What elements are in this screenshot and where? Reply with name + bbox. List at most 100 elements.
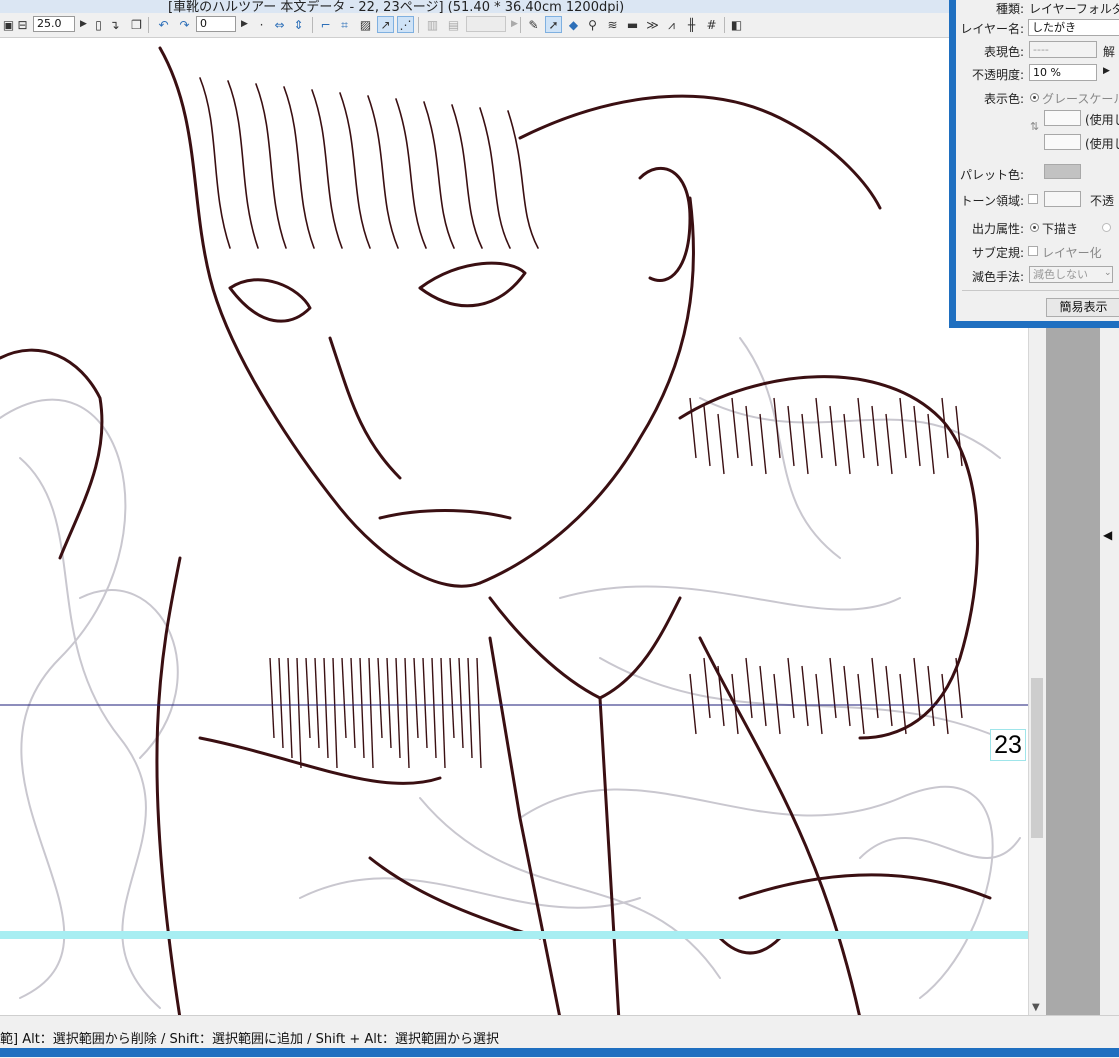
- flip-horizontal-icon[interactable]: ⇔: [272, 17, 287, 32]
- rotation-arrow-icon[interactable]: ▶: [237, 17, 252, 32]
- rotate-right-icon[interactable]: ↷: [177, 17, 192, 32]
- hair-strand: [199, 77, 231, 249]
- page-number-label: 23: [990, 729, 1026, 761]
- fur-hatch: [314, 657, 320, 749]
- window-bottom-border: [0, 1048, 1119, 1057]
- fur-hatch: [305, 657, 311, 739]
- sub-ruler-value: レイヤー化: [1042, 246, 1102, 260]
- sketch-stroke: [419, 797, 721, 979]
- pen-icon[interactable]: ✎: [526, 17, 541, 32]
- window-title: [車靴のハルツアー 本文データ - 22, 23ページ] (51.40 * 36…: [168, 0, 625, 13]
- fur-hatch: [368, 657, 374, 769]
- page-turn-icon[interactable]: ↴: [107, 17, 122, 32]
- display-color-label: 表示色:: [983, 92, 1024, 106]
- dock-scrollbar[interactable]: ◀: [1100, 328, 1119, 1015]
- fur-hatch: [829, 657, 837, 719]
- fur-hatch: [269, 657, 275, 739]
- opacity-arrow-icon[interactable]: ▶: [1103, 66, 1110, 76]
- dot-icon[interactable]: ·: [254, 17, 269, 32]
- tone-area-swatch[interactable]: [1044, 191, 1081, 207]
- reduce-color-chevron-down-icon[interactable]: ⌄: [1104, 268, 1112, 278]
- separator: [312, 17, 313, 33]
- snap-icon[interactable]: ↗: [377, 16, 394, 33]
- ruler-icon[interactable]: ⌐: [318, 17, 333, 32]
- zoom-arrow-icon[interactable]: ▶: [76, 17, 91, 32]
- rotation-input[interactable]: 0: [196, 16, 236, 32]
- expression-trailing: 解: [1103, 45, 1116, 59]
- new-page-icon[interactable]: ▯: [91, 17, 106, 32]
- guide-band-cyan: [0, 931, 1028, 939]
- fur-hatch: [759, 665, 767, 727]
- sub-ruler-checkbox[interactable]: [1028, 246, 1038, 256]
- flip-vertical-icon[interactable]: ⇕: [291, 17, 306, 32]
- fur-hatch: [815, 397, 823, 459]
- layer-name-field[interactable]: したがき: [1028, 19, 1119, 36]
- fur-hatch: [703, 657, 711, 719]
- hair-strand: [367, 95, 399, 249]
- reduce-color-select[interactable]: 減色しない: [1029, 266, 1113, 283]
- page-copy-icon[interactable]: ❐: [129, 17, 144, 32]
- snap-grid-icon[interactable]: ⋰: [397, 16, 414, 33]
- tone-area-checkbox[interactable]: [1028, 194, 1038, 204]
- ink-contour: [155, 556, 182, 1015]
- perspective-icon[interactable]: ⩘: [664, 17, 679, 32]
- output-other-radio[interactable]: [1102, 223, 1111, 232]
- fur-hatch: [422, 657, 428, 749]
- frame-alt-icon[interactable]: ▤: [446, 17, 461, 32]
- separator: [724, 17, 725, 33]
- tone-icon[interactable]: ▬: [625, 17, 640, 32]
- opacity-label: 不透明度:: [971, 68, 1024, 82]
- type-value: レイヤーフォルダ: [1029, 2, 1119, 16]
- select-pointer-icon[interactable]: ➚: [545, 16, 562, 33]
- image-icon[interactable]: ▨: [358, 17, 373, 32]
- zoom-input[interactable]: 25.0: [33, 16, 75, 32]
- swap-icon[interactable]: ⇅: [1030, 120, 1039, 133]
- fur-hatch: [871, 405, 879, 467]
- display-color-swatch-2[interactable]: [1044, 134, 1081, 150]
- panel-toggle-icon[interactable]: ◧: [729, 17, 744, 32]
- unused-label-1: (使用し: [1085, 113, 1119, 127]
- brush-icon[interactable]: ≋: [605, 17, 620, 32]
- opacity-field[interactable]: 10 %: [1029, 64, 1097, 81]
- scroll-down-icon[interactable]: ▼: [1032, 1002, 1040, 1013]
- rotate-left-icon[interactable]: ↶: [156, 17, 171, 32]
- manga-illustration: [0, 46, 1028, 1015]
- ink-contour: [638, 167, 692, 282]
- ink-contour: [738, 873, 992, 900]
- palette-color-label: パレット色:: [959, 168, 1024, 182]
- display-color-radio[interactable]: [1030, 93, 1039, 102]
- fur-hatch: [323, 657, 329, 759]
- display-color-swatch-1[interactable]: [1044, 110, 1081, 126]
- expression-field[interactable]: ----: [1029, 41, 1097, 58]
- ink-contour: [378, 509, 512, 520]
- sub-ruler-label: サブ定規:: [971, 246, 1024, 260]
- simple-display-button[interactable]: 簡易表示: [1046, 298, 1119, 317]
- drawing-canvas[interactable]: 23: [0, 38, 1028, 1015]
- frame-icon[interactable]: ▥: [425, 17, 440, 32]
- ruler-grid-icon[interactable]: ╫: [684, 17, 699, 32]
- fur-hatch: [689, 673, 697, 735]
- ink-contour: [328, 336, 402, 480]
- fur-hatch: [703, 405, 711, 467]
- grid-fit-icon[interactable]: ⌗: [337, 17, 352, 32]
- fur-hatch: [359, 657, 365, 759]
- collapse-left-icon[interactable]: ◀: [1103, 528, 1112, 542]
- output-draft-radio[interactable]: [1030, 223, 1039, 232]
- fill-icon[interactable]: ◆: [566, 17, 581, 32]
- disabled-input: [466, 16, 506, 32]
- ink-contour: [698, 636, 861, 1015]
- palette-color-swatch[interactable]: [1044, 164, 1081, 179]
- fur-hatch: [689, 397, 697, 459]
- fur-hatch: [787, 657, 795, 719]
- fit-icon[interactable]: ⊟: [15, 17, 30, 32]
- grid-icon[interactable]: #: [704, 17, 719, 32]
- status-hint: 範] Alt：選択範囲から削除 / Shift：選択範囲に追加 / Shift …: [0, 1032, 499, 1047]
- speedline-icon[interactable]: ≫: [645, 17, 660, 32]
- eyedropper-icon[interactable]: ⚲: [585, 17, 600, 32]
- tone-area-trailing: 不透: [1090, 194, 1115, 208]
- hair-strand: [255, 83, 287, 249]
- fur-hatch: [731, 397, 739, 459]
- scroll-thumb[interactable]: [1031, 678, 1043, 838]
- fur-hatch: [913, 405, 921, 467]
- window-icon[interactable]: ▣: [1, 17, 16, 32]
